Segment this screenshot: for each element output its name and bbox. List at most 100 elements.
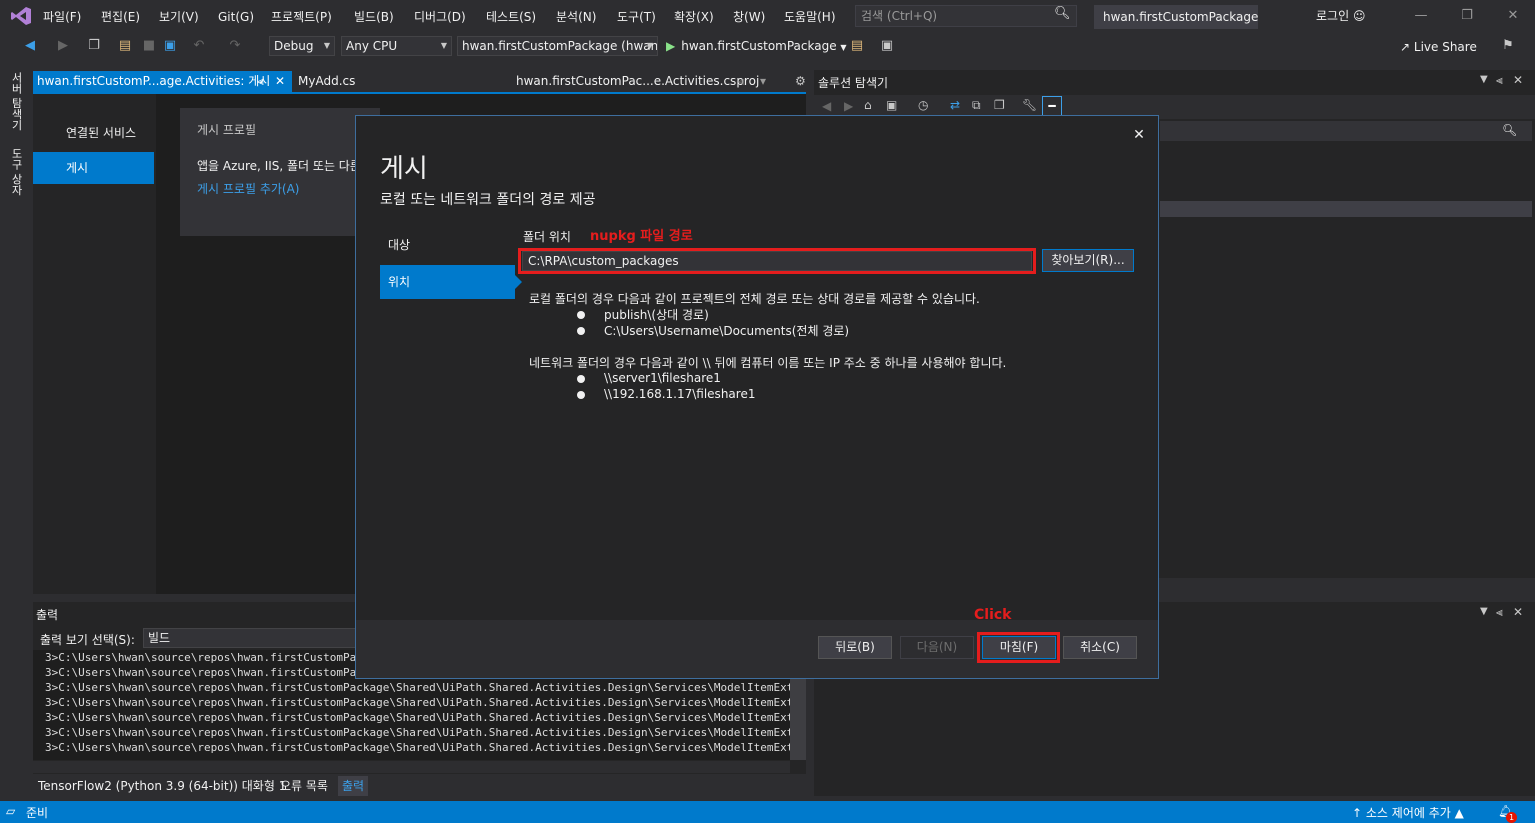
save-all-icon[interactable]: ▣	[161, 37, 179, 55]
search-input[interactable]: 검색 (Ctrl+Q)	[855, 5, 1077, 27]
preview-icon[interactable]: ━	[1042, 96, 1062, 116]
dialog-title: 게시	[380, 154, 428, 184]
selected-tree-item[interactable]	[1160, 201, 1532, 217]
minimize-icon[interactable]: —	[1406, 6, 1436, 26]
restore-icon[interactable]: ❐	[1452, 6, 1482, 26]
tab-myadd[interactable]: MyAdd.cs	[294, 71, 494, 92]
home-icon[interactable]: ⌂	[864, 98, 872, 112]
collapse-all-icon[interactable]: ⧉	[972, 98, 981, 113]
tab-csproj[interactable]: hwan.firstCustomPac...e.Activities.cspro…	[512, 71, 766, 92]
browse-folder-icon[interactable]: ▤	[848, 37, 866, 55]
tab-publish[interactable]: hwan.firstCustomP...age.Activities: 게시 ⫷ ✕	[33, 71, 292, 92]
solution-explorer-title: 솔루션 탐색기	[818, 76, 889, 90]
startup-project-select[interactable]: hwan.firstCustomPackage (hwan.f ▼	[457, 36, 658, 56]
menu-window[interactable]: 창(W)	[733, 8, 765, 26]
menu-debug[interactable]: 디버그(D)	[414, 8, 466, 26]
menu-test[interactable]: 테스트(S)	[486, 8, 536, 26]
menu-build[interactable]: 빌드(B)	[354, 8, 394, 26]
forward-icon[interactable]: ▶	[55, 37, 71, 55]
local-example-absolute: C:\Users\Username\Documents(전체 경로)	[604, 324, 850, 338]
close-window-icon[interactable]: ✕	[1498, 6, 1528, 26]
profile-card-title: 게시 프로필	[197, 123, 257, 137]
tab-publish-label: hwan.firstCustomP...age.Activities: 게시	[37, 74, 271, 88]
output-source-select[interactable]: 빌드	[143, 628, 373, 648]
toolbox-tab[interactable]: 도구 상자	[8, 148, 24, 196]
output-line: 3>C:\Users\hwan\source\repos\hwan.firstC…	[45, 696, 790, 709]
solution-name-badge: hwan.firstCustomPackage	[1094, 5, 1258, 29]
menu-view[interactable]: 보기(V)	[159, 8, 199, 26]
dialog-nav-target[interactable]: 대상	[380, 228, 515, 262]
add-profile-link[interactable]: 게시 프로필 추가(A)	[197, 180, 299, 197]
show-all-files-icon[interactable]: ❐	[994, 98, 1005, 112]
bullet-icon	[577, 375, 585, 383]
tab-csproj-label: hwan.firstCustomPac...e.Activities.cspro…	[516, 74, 760, 88]
settings-icon[interactable]: ⚙	[795, 74, 806, 88]
output-source-label: 출력 보기 선택(S):	[40, 633, 135, 647]
arrow-up-icon: ↑	[1352, 806, 1363, 820]
nav-publish[interactable]: 게시	[33, 152, 154, 184]
next-button[interactable]: 다음(N)	[900, 636, 974, 659]
close-icon[interactable]: ✕	[1130, 126, 1148, 144]
dialog-subtitle: 로컬 또는 네트워크 폴더의 경로 제공	[380, 192, 596, 208]
server-explorer-tab[interactable]: 서버 탐색기	[8, 72, 24, 131]
back-icon[interactable]: ◀	[822, 99, 831, 113]
open-folder-icon[interactable]: ▤	[117, 37, 133, 55]
tab-error-list[interactable]: 오류 목록	[276, 776, 332, 796]
save-icon[interactable]: ■	[141, 37, 157, 55]
notification-count-badge: 1	[1506, 812, 1517, 823]
close-icon[interactable]: ✕	[275, 71, 285, 92]
menu-git[interactable]: Git(G)	[218, 8, 254, 26]
menu-edit[interactable]: 편집(E)	[101, 8, 140, 26]
chevron-down-icon[interactable]: ▼	[1480, 74, 1488, 85]
search-icon[interactable]: 🔍︎	[1502, 123, 1517, 137]
output-horizontal-scrollbar[interactable]	[33, 761, 790, 773]
status-bar	[0, 801, 1535, 823]
start-debug-button[interactable]: ▶ hwan.firstCustomPackage ▼	[666, 36, 847, 56]
forward-icon[interactable]: ▶	[844, 99, 853, 113]
menu-help[interactable]: 도움말(H)	[784, 8, 836, 26]
menu-analyze[interactable]: 분석(N)	[556, 8, 596, 26]
history-icon[interactable]: ◷	[918, 98, 928, 112]
menu-file[interactable]: 파일(F)	[43, 8, 81, 26]
pin-icon[interactable]: ⫷	[1496, 605, 1503, 620]
configuration-select[interactable]: Debug ▼	[269, 36, 335, 56]
nav-connected-services[interactable]: 연결된 서비스	[33, 117, 154, 149]
login-button[interactable]: 로그인 ☺	[1316, 7, 1365, 25]
menu-extensions[interactable]: 확장(X)	[674, 8, 714, 26]
back-button[interactable]: 뒤로(B)	[818, 636, 892, 659]
network-folder-hint: 네트워크 폴더의 경우 다음과 같이 \\ 뒤에 컴퓨터 이름 또는 IP 주소…	[529, 356, 1007, 370]
search-icon[interactable]: 🔍︎	[1054, 6, 1071, 22]
redo-icon[interactable]: ↷	[227, 37, 243, 55]
tab-tensorflow-interactive[interactable]: TensorFlow2 (Python 3.9 (64-bit)) 대화형 1	[34, 776, 290, 796]
browse-button[interactable]: 찾아보기(R)...	[1042, 249, 1134, 272]
live-share-button[interactable]: ↗ Live Share	[1400, 38, 1477, 56]
chevron-up-icon: ▲	[1454, 806, 1464, 820]
tab-output[interactable]: 출력	[338, 776, 369, 796]
dialog-nav-location[interactable]: 위치	[380, 265, 515, 299]
network-example-hostname: \\server1\fileshare1	[604, 371, 721, 385]
pin-icon[interactable]: ⫷	[738, 71, 745, 92]
pin-icon[interactable]: ⫷	[1496, 73, 1503, 88]
undo-icon[interactable]: ↶	[191, 37, 207, 55]
chevron-down-icon[interactable]: ▾	[760, 71, 766, 92]
properties-icon[interactable]: 🔧︎	[1022, 98, 1037, 112]
pin-icon[interactable]: ⫷	[257, 71, 264, 92]
cancel-button[interactable]: 취소(C)	[1063, 636, 1137, 659]
output-line: 3>C:\Users\hwan\source\repos\hwan.firstC…	[45, 681, 790, 694]
browser-link-icon[interactable]: ▣	[878, 37, 896, 55]
close-icon[interactable]: ✕	[1513, 73, 1523, 87]
menu-project[interactable]: 프로젝트(P)	[271, 8, 332, 26]
close-icon[interactable]: ✕	[1513, 605, 1523, 619]
sync-icon[interactable]: ⇄	[950, 98, 960, 112]
bullet-icon	[577, 327, 585, 335]
menu-tools[interactable]: 도구(T)	[617, 8, 656, 26]
back-icon[interactable]: ◀	[22, 37, 38, 55]
add-to-source-control-button[interactable]: ↑ 소스 제어에 추가 ▲	[1352, 804, 1464, 821]
platform-select[interactable]: Any CPU ▼	[341, 36, 452, 56]
chevron-down-icon[interactable]: ▼	[1480, 606, 1488, 617]
solution-search-input[interactable]	[1160, 121, 1532, 141]
output-title: 출력	[36, 608, 59, 622]
new-project-icon[interactable]: ❐	[86, 37, 102, 55]
feedback-icon[interactable]: ⚑	[1500, 37, 1516, 55]
switch-views-icon[interactable]: ▣	[886, 98, 897, 112]
